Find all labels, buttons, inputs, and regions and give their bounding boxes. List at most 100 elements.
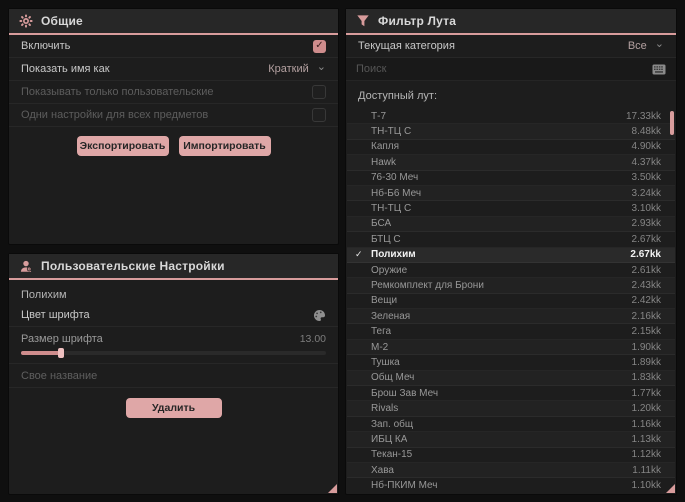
loot-item-row[interactable]: 76-30 Меч 3.50kk	[347, 171, 675, 186]
loot-item-value: 4.90kk	[631, 141, 661, 153]
loot-item-row[interactable]: Ремкомплект для Брони 2.43kk	[347, 278, 675, 294]
loot-item-row[interactable]: Rivals 1.20kk	[347, 401, 675, 417]
check-icon: ✓	[355, 249, 363, 260]
loot-item-name: Вещи	[371, 295, 398, 307]
loot-item-value: 2.16kk	[631, 310, 661, 322]
loot-item-name: Т-7	[371, 110, 386, 122]
loot-item-value: 2.67kk	[631, 233, 661, 245]
loot-list: Т-7 17.33kk ТН-ТЦ С 8.48kk Капля 4.90kk …	[347, 109, 675, 492]
loot-item-row[interactable]: Оружие 2.61kk	[347, 263, 675, 279]
loot-item-value: 1.10kk	[631, 480, 661, 492]
export-button[interactable]: Экспортировать	[76, 136, 169, 156]
loot-item-row[interactable]: Нб-Б6 Меч 3.24kk	[347, 186, 675, 202]
name-as-value: Краткий	[268, 63, 309, 75]
loot-item-row[interactable]: М-2 1.90kk	[347, 340, 675, 356]
name-as-dropdown[interactable]: Краткий ⌄	[268, 60, 326, 75]
loot-item-value: 2.61kk	[631, 264, 661, 276]
custom-settings-window: Пользовательские Настройки Полихим Цвет …	[8, 253, 339, 495]
loot-item-row[interactable]: Тега 2.15kk	[347, 324, 675, 340]
loot-item-name: БСА	[371, 218, 392, 230]
font-size-label: Размер шрифта	[21, 333, 103, 345]
loot-filter-window: Фильтр Лута Текущая категория Все ⌄ Дост…	[345, 8, 677, 495]
loot-item-value: 1.13kk	[631, 433, 661, 445]
same-settings-checkbox[interactable]	[312, 108, 326, 122]
general-title: Общие	[41, 14, 83, 28]
loot-filter-header: Фильтр Лута	[346, 9, 676, 35]
search-row	[346, 58, 676, 81]
loot-item-row[interactable]: Тушка 1.89kk	[347, 355, 675, 371]
loot-item-value: 4.37kk	[631, 156, 661, 168]
general-window: Общие Включить ✓ Показать имя как Кратки…	[8, 8, 339, 245]
loot-item-name: БТЦ С	[371, 233, 401, 245]
loot-item-row[interactable]: Hawk 4.37kk	[347, 155, 675, 171]
loot-item-row[interactable]: БТЦ С 2.67kk	[347, 232, 675, 248]
available-loot-label: Доступный лут:	[358, 90, 438, 102]
loot-item-row[interactable]: ИБЦ КА 1.13kk	[347, 432, 675, 448]
funnel-icon	[357, 15, 369, 27]
palette-icon[interactable]	[313, 309, 326, 322]
loot-item-name: Тега	[371, 326, 392, 338]
delete-row: Удалить	[9, 398, 338, 418]
font-color-row: Цвет шрифта	[9, 304, 338, 327]
loot-item-value: 2.67kk	[630, 249, 661, 261]
import-button[interactable]: Импортировать	[178, 136, 271, 156]
font-size-slider[interactable]	[21, 348, 326, 358]
import-export-row: Экспортировать Импортировать	[9, 136, 338, 156]
check-icon: ✓	[315, 40, 324, 51]
loot-item-value: 1.16kk	[631, 418, 661, 430]
loot-item-value: 3.24kk	[631, 187, 661, 199]
loot-item-row[interactable]: Т-7 17.33kk	[347, 109, 675, 125]
loot-item-row[interactable]: ТН-ТЦ С 8.48kk	[347, 124, 675, 140]
slider-fill	[21, 351, 61, 355]
category-value: Все	[627, 40, 647, 52]
loot-item-row[interactable]: Нб-ПКИМ Меч 1.10kk	[347, 478, 675, 492]
loot-item-value: 1.89kk	[631, 356, 661, 368]
delete-button[interactable]: Удалить	[125, 398, 222, 418]
name-as-label: Показать имя как	[21, 63, 110, 75]
loot-item-row[interactable]: ✓ Полихим 2.67kk	[347, 247, 675, 263]
loot-item-row[interactable]: Хава 1.11kk	[347, 463, 675, 479]
loot-item-name: Ремкомплект для Брони	[371, 279, 484, 291]
loot-item-row[interactable]: БСА 2.93kk	[347, 217, 675, 233]
loot-item-name: ИБЦ КА	[371, 433, 408, 445]
resize-grip[interactable]	[666, 484, 675, 493]
loot-item-name: Оружие	[371, 264, 408, 276]
category-label: Текущая категория	[358, 40, 455, 52]
loot-item-name: М-2	[371, 341, 389, 353]
only-custom-checkbox[interactable]	[312, 85, 326, 99]
loot-item-name: ТН-ТЦ С	[371, 126, 412, 138]
loot-item-row[interactable]: Зеленая 2.16kk	[347, 309, 675, 325]
keyboard-icon[interactable]	[652, 64, 666, 75]
loot-item-value: 1.12kk	[631, 449, 661, 461]
loot-item-row[interactable]: Брош Зав Меч 1.77kk	[347, 386, 675, 402]
loot-item-value: 1.90kk	[631, 341, 661, 353]
loot-item-name: Тушка	[371, 356, 400, 368]
slider-handle[interactable]	[57, 348, 64, 358]
loot-item-row[interactable]: Вещи 2.42kk	[347, 294, 675, 310]
selected-item-label: Полихим	[21, 289, 67, 301]
custom-name-input[interactable]	[9, 364, 338, 388]
resize-grip[interactable]	[328, 484, 337, 493]
search-input[interactable]	[356, 58, 652, 80]
scrollbar-thumb[interactable]	[670, 111, 674, 135]
loot-item-value: 2.15kk	[631, 326, 661, 338]
gear-icon	[19, 14, 33, 28]
loot-item-name: Зеленая	[371, 310, 411, 322]
enable-checkbox[interactable]: ✓	[313, 39, 326, 53]
loot-item-value: 17.33kk	[625, 110, 661, 122]
loot-item-row[interactable]: Зап. общ 1.16kk	[347, 417, 675, 433]
category-dropdown[interactable]: Все ⌄	[627, 37, 664, 52]
loot-item-name: Текан-15	[371, 449, 413, 461]
loot-item-row[interactable]: Общ Меч 1.83kk	[347, 371, 675, 387]
loot-item-value: 3.50kk	[631, 172, 661, 184]
loot-item-row[interactable]: Капля 4.90kk	[347, 140, 675, 156]
loot-item-row[interactable]: Текан-15 1.12kk	[347, 448, 675, 463]
loot-item-name: Общ Меч	[371, 372, 415, 384]
chevron-down-icon: ⌄	[654, 37, 664, 50]
loot-item-name: 76-30 Меч	[371, 172, 419, 184]
loot-item-value: 2.93kk	[631, 218, 661, 230]
loot-item-value: 2.42kk	[631, 295, 661, 307]
loot-item-row[interactable]: ТН-ТЦ С 3.10kk	[347, 201, 675, 217]
chevron-down-icon: ⌄	[316, 60, 326, 73]
loot-item-value: 1.83kk	[631, 372, 661, 384]
